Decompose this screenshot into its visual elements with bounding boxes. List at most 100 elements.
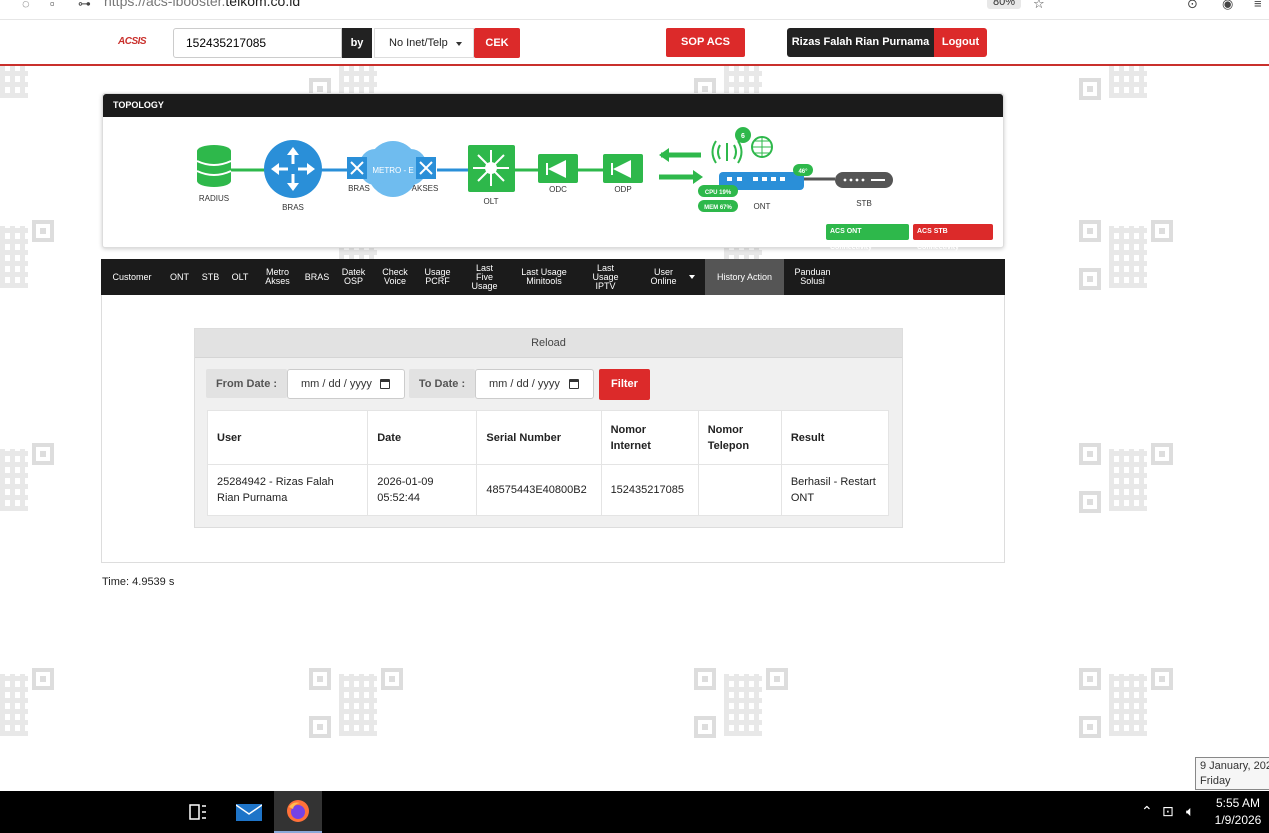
shield-icon[interactable]: ◌ — [22, 0, 30, 11]
to-date-label: To Date : — [409, 369, 475, 398]
extension-icon[interactable]: ⊙ — [1187, 0, 1198, 12]
tooltip-day: Friday — [1200, 775, 1231, 787]
tab-label: BRAS — [304, 271, 330, 282]
main-tabs: Customer ONT STB OLT Metro Akses BRAS Datek OS… — [101, 259, 1005, 295]
tab-last-five-usage[interactable]: Last Five Usage — [458, 259, 511, 295]
wifi-icon — [711, 140, 743, 164]
table-header-row: User Date Serial Number Nomor Internet Nomor… — [207, 410, 890, 465]
page-icon: ▫ — [50, 0, 55, 11]
tab-stb[interactable]: STB — [196, 259, 225, 295]
app-header: ACSIS by No Inet/Telp CEK SOP ACS Rizas … — [0, 20, 1269, 66]
tab-last-usage-minitools[interactable]: Last Usage Minitools — [511, 259, 577, 295]
node-label-akses: AKSES — [412, 184, 439, 193]
tab-panduan-solusi[interactable]: Panduan Solusi — [784, 259, 841, 295]
execution-time: Time: 4.9539 s — [102, 576, 175, 588]
column-header[interactable]: Nomor Telepon — [698, 410, 782, 465]
column-header[interactable]: Result — [781, 410, 890, 465]
stb-icon[interactable] — [835, 172, 893, 188]
ont-clients-count: 6 — [741, 133, 745, 140]
tab-label: Last Usage Minitools — [521, 267, 567, 286]
network-icon[interactable]: ⊡ — [1162, 803, 1174, 820]
olt-icon[interactable] — [468, 145, 515, 192]
from-date-input[interactable]: mm / dd / yyyy — [287, 369, 405, 399]
bras-router-icon[interactable] — [264, 140, 322, 198]
column-header[interactable]: Date — [367, 410, 478, 465]
radius-icon[interactable] — [196, 145, 232, 187]
sop-acs-button[interactable]: SOP ACS — [666, 28, 745, 57]
tab-last-usage-iptv[interactable]: Last Usage IPTV — [577, 259, 634, 295]
clock-time: 5:55 AM — [1215, 796, 1261, 810]
odc-icon[interactable] — [538, 154, 578, 183]
topology-panel: TOPOLOGY 6 46° CPU 19% MEM 67% RADIUS BR… — [102, 93, 1004, 251]
column-header[interactable]: Serial Number — [476, 410, 602, 465]
chevron-down-icon — [689, 275, 695, 279]
reload-button[interactable]: Reload — [195, 329, 902, 358]
tab-ont[interactable]: ONT — [163, 259, 196, 295]
watermark-qr — [1079, 443, 1177, 519]
star-icon[interactable]: ☆ — [1033, 0, 1045, 12]
cek-button[interactable]: CEK — [474, 28, 520, 58]
tab-history-action[interactable]: History Action — [705, 259, 784, 295]
watermark-qr — [0, 443, 58, 519]
tab-olt[interactable]: OLT — [225, 259, 255, 295]
chevron-down-icon — [456, 42, 462, 46]
tab-customer[interactable]: Customer — [101, 259, 163, 295]
user-name-badge: Rizas Falah Rian Purnama — [787, 28, 934, 57]
tab-label: Last Usage IPTV — [592, 262, 619, 291]
tab-metro-akses[interactable]: Metro Akses — [255, 259, 300, 295]
search-input[interactable] — [173, 28, 342, 58]
node-label-olt: OLT — [484, 197, 499, 206]
watermark-qr — [0, 220, 58, 296]
tab-datek-osp[interactable]: Datek OSP — [334, 259, 373, 295]
to-date-input[interactable]: mm / dd / yyyy — [475, 369, 594, 399]
table-row: 25284942 - Rizas Falah Rian Purnama 2026-… — [207, 464, 890, 516]
tab-label: STB — [201, 271, 220, 282]
logout-button[interactable]: Logout — [934, 28, 987, 57]
history-table: User Date Serial Number Nomor Internet Nomor… — [207, 410, 890, 516]
calendar-icon[interactable] — [380, 379, 390, 389]
volume-icon[interactable]: 🔈︎ — [1186, 803, 1194, 820]
from-date-placeholder: mm / dd / yyyy — [301, 378, 372, 390]
address-bar[interactable]: https://acs-ibooster.telkom.co.id — [104, 0, 300, 9]
odp-icon[interactable] — [603, 154, 643, 183]
search-type-select[interactable]: No Inet/Telp — [374, 28, 474, 58]
browser-toolbar: ◌ ▫ ⊶ https://acs-ibooster.telkom.co.id … — [0, 0, 1269, 20]
acs-ont-connectivity-button[interactable]: ACS ONT Connectivity — [826, 224, 909, 251]
mem-text: MEM 67% — [704, 205, 732, 211]
chevron-up-icon[interactable]: ⌃ — [1141, 803, 1153, 820]
task-view-button[interactable] — [174, 791, 222, 833]
tab-usage-pcrf[interactable]: Usage PCRF — [417, 259, 458, 295]
watermark-qr — [0, 668, 58, 744]
mail-button[interactable] — [225, 791, 273, 833]
clock-date: 1/9/2026 — [1214, 813, 1262, 827]
history-action-card: Reload From Date : mm / dd / yyyy To Dat… — [194, 328, 903, 528]
watermark-qr — [1079, 668, 1177, 744]
logo[interactable]: ACSIS — [118, 36, 147, 47]
account-icon[interactable]: ◉ — [1222, 0, 1233, 12]
tab-bras[interactable]: BRAS — [300, 259, 334, 295]
tooltip-date: 9 January, 2026 — [1200, 760, 1269, 772]
tab-label: Usage PCRF — [424, 267, 451, 286]
system-clock[interactable]: 5:55 AM 1/9/2026 — [1210, 795, 1266, 829]
tab-check-voice[interactable]: Check Voice — [373, 259, 417, 295]
filter-button[interactable]: Filter — [599, 369, 650, 400]
tab-user-online[interactable]: User Online — [634, 259, 705, 295]
calendar-icon[interactable] — [569, 379, 579, 389]
column-header[interactable]: User — [207, 410, 369, 465]
node-label-bras-metro: BRAS — [348, 184, 370, 193]
node-label-bras: BRAS — [282, 203, 304, 212]
zoom-indicator[interactable]: 80% — [987, 0, 1022, 9]
mail-icon — [236, 804, 262, 821]
acs-stb-connectivity-button[interactable]: ACS STB Connectivity — [913, 224, 993, 251]
by-label: by — [342, 28, 372, 58]
column-header[interactable]: Nomor Internet — [601, 410, 699, 465]
topology-title: TOPOLOGY — [103, 94, 1003, 117]
tab-label: ONT — [170, 271, 189, 282]
search-type-value: No Inet/Telp — [389, 37, 448, 49]
tab-label: OLT — [231, 271, 249, 282]
to-date-placeholder: mm / dd / yyyy — [489, 378, 560, 390]
table-cell: 25284942 - Rizas Falah Rian Purnama — [207, 464, 369, 516]
firefox-button[interactable] — [274, 791, 322, 833]
menu-icon[interactable]: ≡ — [1254, 0, 1262, 11]
traffic-arrows-icon — [659, 148, 703, 184]
